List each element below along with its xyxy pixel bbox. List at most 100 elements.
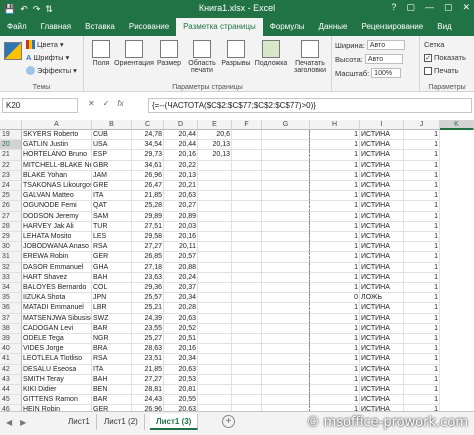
cell-c[interactable]: 24,39 (132, 313, 164, 324)
cell-b[interactable]: BAR (92, 395, 132, 406)
cell-a[interactable]: HART Shavez (22, 272, 92, 283)
cell-f[interactable] (232, 293, 262, 304)
cell-h[interactable]: 1 (310, 232, 360, 243)
row-header[interactable]: 38 (0, 323, 22, 334)
cell-h[interactable]: 1 (310, 283, 360, 294)
row-header[interactable]: 30 (0, 242, 22, 253)
cell-f[interactable] (232, 221, 262, 232)
cell-h[interactable]: 1 (310, 313, 360, 324)
cell-h[interactable]: 1 (310, 211, 360, 222)
cell-h[interactable]: 1 (310, 140, 360, 151)
cell-c[interactable]: 26,96 (132, 170, 164, 181)
cell-g[interactable] (262, 354, 310, 365)
cell-f[interactable] (232, 201, 262, 212)
cell-f[interactable] (232, 374, 262, 385)
cell-h[interactable]: 1 (310, 130, 360, 141)
cell-i[interactable]: ИСТИНА (360, 140, 404, 151)
cell-d[interactable]: 20,27 (164, 201, 198, 212)
cell-c[interactable]: 29,58 (132, 232, 164, 243)
cell-b[interactable]: GER (92, 252, 132, 263)
row-header[interactable]: 22 (0, 160, 22, 171)
cell-j[interactable]: 1 (404, 160, 440, 171)
cell-j[interactable]: 1 (404, 170, 440, 181)
cell-a[interactable]: IIZUKA Shota (22, 293, 92, 304)
tab-review[interactable]: Рецензирование (354, 18, 430, 36)
column-header-j[interactable]: J (404, 120, 440, 130)
theme-fonts-button[interactable]: A Шрифты ▾ (26, 53, 69, 62)
cell-c[interactable]: 24,78 (132, 130, 164, 141)
cell-i[interactable]: ИСТИНА (360, 395, 404, 406)
name-box[interactable]: K20 (2, 98, 78, 113)
cell-b[interactable]: LES (92, 232, 132, 243)
cell-h[interactable]: 1 (310, 160, 360, 171)
cell-i[interactable]: ИСТИНА (360, 181, 404, 192)
sheet-tab-3[interactable]: Лист1 (3) (150, 414, 199, 430)
cell-i[interactable]: ИСТИНА (360, 221, 404, 232)
cell-j[interactable]: 1 (404, 211, 440, 222)
cell-g[interactable] (262, 334, 310, 345)
cell-g[interactable] (262, 344, 310, 355)
next-sheet-icon[interactable]: ▶ (20, 418, 26, 427)
cell-d[interactable]: 20,03 (164, 221, 198, 232)
column-header-d[interactable]: D (164, 120, 198, 130)
cell-b[interactable]: BAR (92, 323, 132, 334)
add-sheet-icon[interactable]: + (222, 415, 235, 428)
cell-c[interactable]: 21,85 (132, 191, 164, 202)
column-header-a[interactable]: A (22, 120, 92, 130)
cell-i[interactable]: ИСТИНА (360, 272, 404, 283)
row-header[interactable]: 33 (0, 272, 22, 283)
cell-e[interactable] (198, 313, 232, 324)
column-header-b[interactable]: B (92, 120, 132, 130)
cell-e[interactable] (198, 303, 232, 314)
cell-i[interactable]: ИСТИНА (360, 344, 404, 355)
cell-h[interactable]: 1 (310, 252, 360, 263)
row-header[interactable]: 40 (0, 344, 22, 355)
cell-b[interactable]: ITA (92, 364, 132, 375)
cell-h[interactable]: 1 (310, 221, 360, 232)
cell-f[interactable] (232, 150, 262, 161)
cell-h[interactable]: 1 (310, 150, 360, 161)
cell-b[interactable]: NGR (92, 334, 132, 345)
cell-i[interactable]: ИСТИНА (360, 242, 404, 253)
row-header[interactable]: 24 (0, 181, 22, 192)
cell-g[interactable] (262, 150, 310, 161)
cell-a[interactable]: BALOYES Bernardo (22, 283, 92, 294)
column-header-c[interactable]: C (132, 120, 164, 130)
cancel-icon[interactable]: ✕ (88, 99, 95, 108)
cell-g[interactable] (262, 395, 310, 406)
cell-i[interactable]: ИСТИНА (360, 385, 404, 396)
cell-c[interactable]: 26,47 (132, 181, 164, 192)
cell-a[interactable]: VIDES Jorge (22, 344, 92, 355)
cell-d[interactable]: 20,37 (164, 283, 198, 294)
cell-a[interactable]: GITTENS Ramon (22, 395, 92, 406)
cell-c[interactable]: 25,57 (132, 293, 164, 304)
row-header[interactable]: 41 (0, 354, 22, 365)
cell-a[interactable]: JOBODWANA Anaso (22, 242, 92, 253)
cell-e[interactable] (198, 262, 232, 273)
cell-h[interactable]: 1 (310, 374, 360, 385)
cell-i[interactable]: ИСТИНА (360, 323, 404, 334)
cell-e[interactable] (198, 385, 232, 396)
cell-c[interactable]: 26,85 (132, 252, 164, 263)
sheet-tab-2[interactable]: Лист1 (2) (98, 414, 145, 430)
cell-e[interactable] (198, 354, 232, 365)
cell-h[interactable]: 1 (310, 181, 360, 192)
cell-d[interactable]: 20,44 (164, 130, 198, 141)
cell-h[interactable]: 1 (310, 201, 360, 212)
cell-d[interactable]: 20,52 (164, 323, 198, 334)
cell-i[interactable]: ИСТИНА (360, 201, 404, 212)
cell-g[interactable] (262, 374, 310, 385)
cell-j[interactable]: 1 (404, 242, 440, 253)
cell-c[interactable]: 27,18 (132, 262, 164, 273)
cell-a[interactable]: KIKI Didier (22, 385, 92, 396)
margins-button[interactable]: Поля (86, 40, 116, 67)
tab-file[interactable]: Файл (0, 18, 34, 36)
cell-b[interactable]: USA (92, 140, 132, 151)
cell-h[interactable]: 1 (310, 170, 360, 181)
cell-f[interactable] (232, 130, 262, 141)
cell-b[interactable]: COL (92, 283, 132, 294)
cell-j[interactable]: 1 (404, 252, 440, 263)
cell-c[interactable]: 25,21 (132, 303, 164, 314)
gridlines-print-option[interactable]: Печать (424, 66, 459, 75)
cell-a[interactable]: OGUNODE Femi (22, 201, 92, 212)
